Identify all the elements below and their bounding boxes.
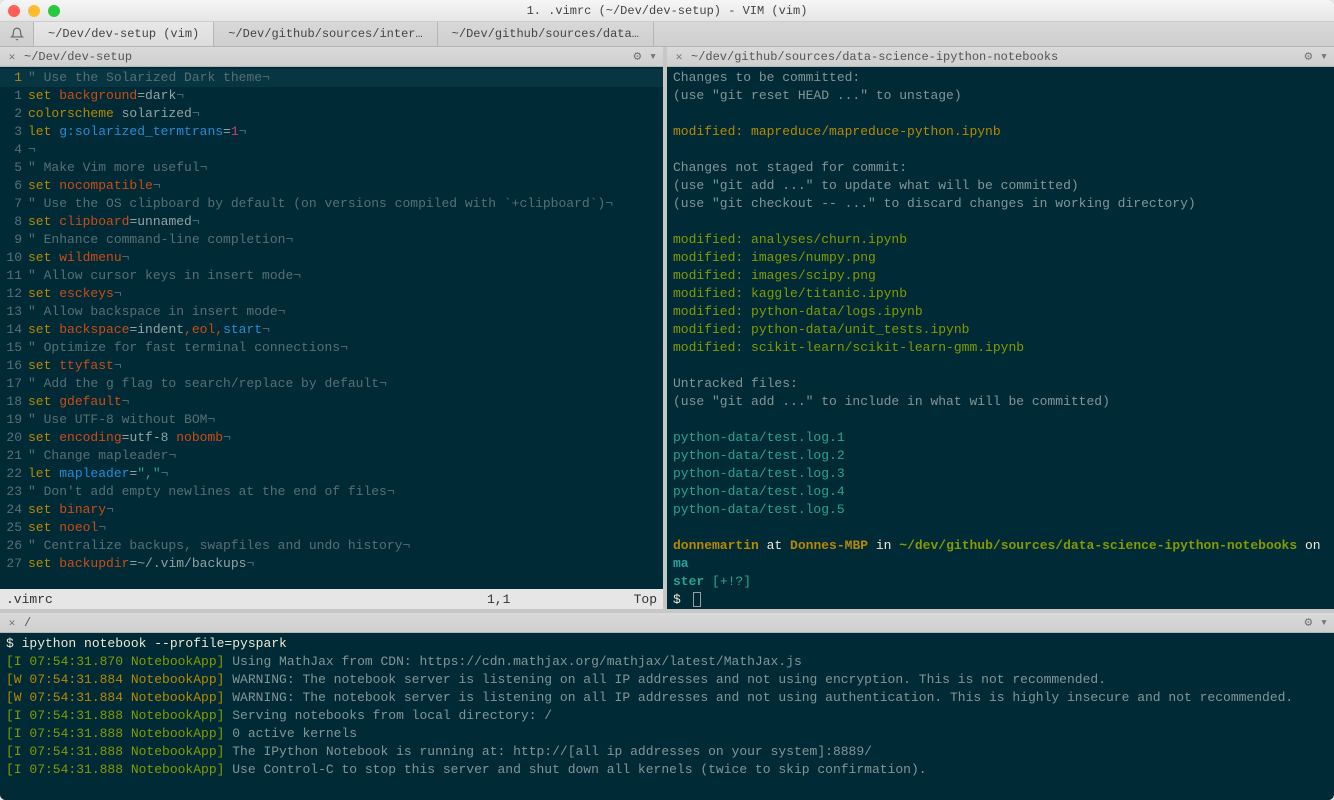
session-tab[interactable]: ~/Dev/github/sources/inter… (214, 22, 437, 46)
code-line: 23" Don't add empty newlines at the end … (0, 483, 663, 501)
code-line: 12set esckeys¬ (0, 285, 663, 303)
code-line: 1set background=dark¬ (0, 87, 663, 105)
status-filename: .vimrc (6, 592, 487, 607)
maximize-button[interactable] (48, 5, 60, 17)
code-line: 2colorscheme solarized¬ (0, 105, 663, 123)
code-line: 20set encoding=utf-8 nobomb¬ (0, 429, 663, 447)
code-line: 17" Add the g flag to search/replace by … (0, 375, 663, 393)
code-line: 21" Change mapleader¬ (0, 447, 663, 465)
code-line: 19" Use UTF-8 without BOM¬ (0, 411, 663, 429)
notifications-icon[interactable] (0, 22, 34, 46)
status-pct: Top (607, 592, 657, 607)
code-line: 4¬ (0, 141, 663, 159)
titlebar: 1. .vimrc (~/Dev/dev-setup) - VIM (vim) (0, 0, 1334, 22)
close-button[interactable] (8, 5, 20, 17)
vim-statusline: .vimrc 1,1 Top (0, 589, 663, 609)
close-icon[interactable]: ✕ (6, 51, 18, 63)
app-window: 1. .vimrc (~/Dev/dev-setup) - VIM (vim) … (0, 0, 1334, 800)
code-line: 24set binary¬ (0, 501, 663, 519)
code-line: 25set noeol¬ (0, 519, 663, 537)
gear-icon[interactable]: ⚙ ▾ (1305, 49, 1328, 64)
window-title: 1. .vimrc (~/Dev/dev-setup) - VIM (vim) (0, 4, 1334, 18)
code-line: 22let mapleader=","¬ (0, 465, 663, 483)
code-line: 9" Enhance command-line completion¬ (0, 231, 663, 249)
code-line: 18set gdefault¬ (0, 393, 663, 411)
content: ✕ ~/Dev/dev-setup ⚙ ▾ 1" Use the Solariz… (0, 47, 1334, 800)
terminal-pane-bottom: ✕ / ⚙ ▾ $ ipython notebook --profile=pys… (0, 609, 1334, 800)
code-line: 16set ttyfast¬ (0, 357, 663, 375)
code-line: 1" Use the Solarized Dark theme¬ (0, 69, 663, 87)
code-line: 10set wildmenu¬ (0, 249, 663, 267)
code-line: 26" Centralize backups, swapfiles and un… (0, 537, 663, 555)
pane-title: ~/dev/github/sources/data-science-ipytho… (691, 50, 1058, 64)
editor[interactable]: 1" Use the Solarized Dark theme¬1set bac… (0, 67, 663, 589)
minimize-button[interactable] (28, 5, 40, 17)
close-icon[interactable]: ✕ (6, 617, 18, 629)
pane-header-left: ✕ ~/Dev/dev-setup ⚙ ▾ (0, 47, 663, 67)
editor-pane: ✕ ~/Dev/dev-setup ⚙ ▾ 1" Use the Solariz… (0, 47, 667, 609)
code-line: 11" Allow cursor keys in insert mode¬ (0, 267, 663, 285)
code-line: 27set backupdir=~/.vim/backups¬ (0, 555, 663, 573)
code-line: 8set clipboard=unnamed¬ (0, 213, 663, 231)
traffic-lights (8, 5, 60, 17)
top-split: ✕ ~/Dev/dev-setup ⚙ ▾ 1" Use the Solariz… (0, 47, 1334, 609)
close-icon[interactable]: ✕ (673, 51, 685, 63)
session-tab[interactable]: ~/Dev/github/sources/data… (438, 22, 654, 46)
code-line: 3let g:solarized_termtrans=1¬ (0, 123, 663, 141)
gear-icon[interactable]: ⚙ ▾ (634, 49, 657, 64)
status-pos: 1,1 (487, 592, 607, 607)
terminal-pane-right: ✕ ~/dev/github/sources/data-science-ipyt… (667, 47, 1334, 609)
pane-title: ~/Dev/dev-setup (24, 50, 132, 64)
pane-header-bottom: ✕ / ⚙ ▾ (0, 613, 1334, 633)
terminal-output[interactable]: Changes to be committed: (use "git reset… (667, 67, 1334, 609)
pane-title: / (24, 616, 31, 630)
session-tab[interactable]: ~/Dev/dev-setup (vim) (34, 22, 214, 46)
pane-header-right: ✕ ~/dev/github/sources/data-science-ipyt… (667, 47, 1334, 67)
code-line: 5" Make Vim more useful¬ (0, 159, 663, 177)
tab-bar: ~/Dev/dev-setup (vim)~/Dev/github/source… (0, 22, 1334, 47)
gear-icon[interactable]: ⚙ ▾ (1305, 615, 1328, 630)
code-line: 13" Allow backspace in insert mode¬ (0, 303, 663, 321)
code-line: 6set nocompatible¬ (0, 177, 663, 195)
code-line: 14set backspace=indent,eol,start¬ (0, 321, 663, 339)
log-output[interactable]: $ ipython notebook --profile=pyspark[I 0… (0, 633, 1334, 800)
code-line: 15" Optimize for fast terminal connectio… (0, 339, 663, 357)
code-line: 7" Use the OS clipboard by default (on v… (0, 195, 663, 213)
